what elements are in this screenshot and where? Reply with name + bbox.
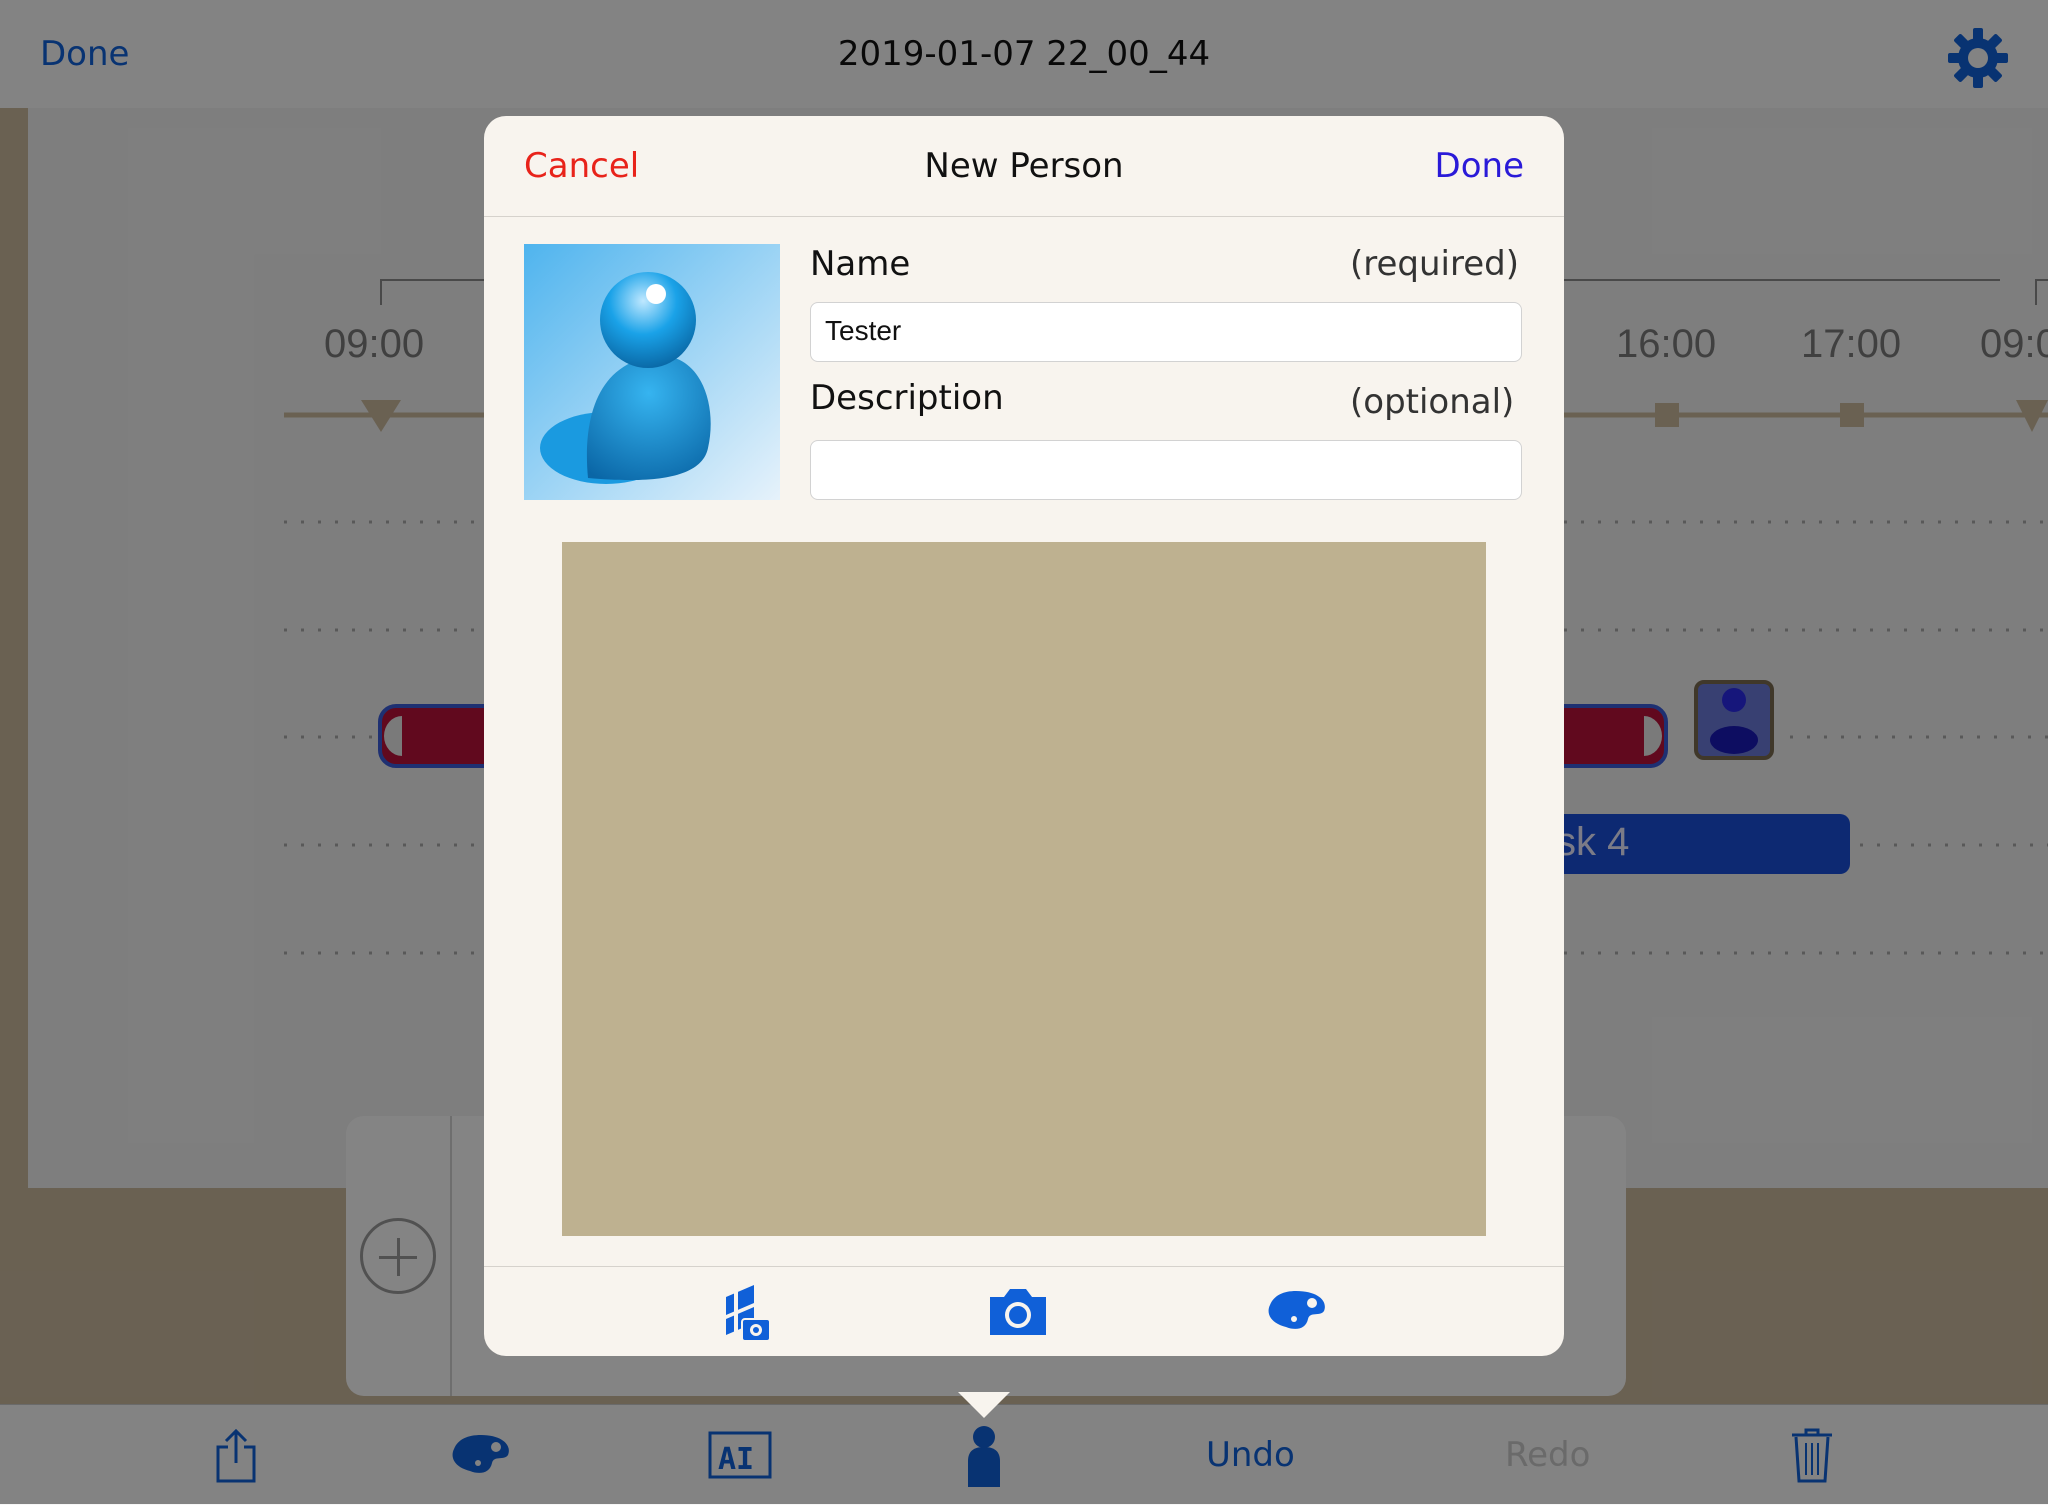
dialog-title: New Person <box>924 146 1124 186</box>
popover-arrow <box>958 1392 1010 1418</box>
dialog-done-button[interactable]: Done <box>1435 146 1524 186</box>
name-label: Name <box>810 244 911 284</box>
name-field[interactable]: Tester <box>810 302 1522 362</box>
photo-library-icon[interactable] <box>720 1283 772 1343</box>
dialog-footer-toolbar <box>484 1266 1564 1356</box>
camera-icon[interactable] <box>986 1283 1050 1339</box>
dialog-header: Cancel New Person Done <box>484 116 1564 217</box>
palette-icon[interactable] <box>1264 1283 1328 1339</box>
description-label: Description <box>810 378 1004 418</box>
person-image-canvas[interactable] <box>562 542 1486 1236</box>
description-field[interactable] <box>810 440 1522 500</box>
name-required-hint: (required) <box>1350 244 1519 284</box>
description-optional-hint: (optional) <box>1350 382 1515 422</box>
new-person-dialog: Cancel New Person Done Name (required) T… <box>484 116 1564 1356</box>
person-avatar-image[interactable] <box>524 244 780 500</box>
